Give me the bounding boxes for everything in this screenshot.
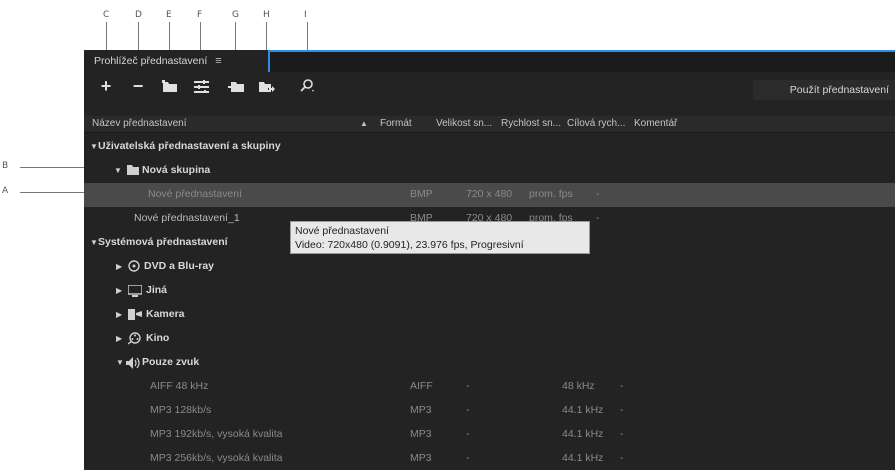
preset-format: AIFF (410, 380, 433, 392)
group-other[interactable]: ▶ Jiná (84, 279, 895, 303)
preset-format: BMP (410, 188, 433, 200)
preset-browser-panel: Prohlížeč přednastavení ≡ + − Použít pře… (84, 50, 895, 470)
preset-frame-rate: 44.1 kHz (562, 404, 604, 416)
group-new-group[interactable]: ▼ Nová skupina (84, 159, 895, 183)
preset-row[interactable]: MP3 256kb/s, vysoká kvalita MP3 - 44.1 k… (84, 447, 895, 471)
tab-title: Prohlížeč přednastavení (94, 55, 208, 67)
preset-format: MP3 (410, 404, 432, 416)
col-name[interactable]: Název přednastavení (92, 118, 187, 129)
search-icon[interactable] (298, 77, 316, 95)
expanded-arrow-icon[interactable]: ▼ (90, 142, 98, 151)
group-user-presets[interactable]: ▼ Uživatelská přednastavení a skupiny (84, 135, 895, 159)
preset-row[interactable]: MP3 128kb/s MP3 - 44.1 kHz - (84, 399, 895, 423)
col-comment[interactable]: Komentář (634, 118, 677, 129)
group-label: Uživatelská přednastavení a skupiny (98, 140, 281, 152)
group-dvd[interactable]: ▶ DVD a Blu-ray (84, 255, 895, 279)
preset-target-rate: - (596, 188, 600, 200)
callout-g: G (232, 10, 239, 20)
group-camera[interactable]: ▶ Kamera (84, 303, 895, 327)
preset-frame-size: - (466, 428, 470, 440)
preset-settings-icon[interactable] (192, 77, 210, 95)
preset-format: MP3 (410, 452, 432, 464)
collapsed-arrow-icon[interactable]: ▶ (116, 286, 122, 295)
callout-f: F (197, 10, 203, 20)
col-format[interactable]: Formát (380, 118, 412, 129)
tab-bar: Prohlížeč přednastavení ≡ (84, 50, 895, 72)
collapsed-arrow-icon[interactable]: ▶ (116, 262, 122, 271)
preset-frame-rate: prom. fps (529, 188, 573, 200)
preset-name: Nové přednastavení (148, 188, 242, 200)
apply-preset-button[interactable]: Použít přednastavení (753, 80, 895, 100)
group-audio-only[interactable]: ▼ Pouze zvuk (84, 351, 895, 375)
callout-e: E (166, 10, 172, 20)
toolbar: + − Použít přednastavení (84, 72, 895, 100)
preset-name: MP3 256kb/s, vysoká kvalita (150, 452, 283, 464)
preset-frame-size: - (466, 380, 470, 392)
col-frame-rate[interactable]: Rychlost sn... (501, 118, 561, 129)
col-target-rate[interactable]: Cílová rych... (567, 118, 625, 129)
group-label: Jiná (146, 284, 168, 296)
preset-frame-size: - (466, 404, 470, 416)
preset-name: Nové přednastavení_1 (134, 212, 240, 224)
group-label: Pouze zvuk (142, 356, 200, 368)
col-frame-size[interactable]: Velikost sn... (436, 118, 492, 129)
preset-row-selected[interactable]: Nové přednastavení BMP 720 x 480 prom. f… (84, 183, 895, 207)
callout-h: H (263, 10, 270, 20)
group-label: Nová skupina (142, 164, 211, 176)
preset-row[interactable]: MP3 192kb/s, vysoká kvalita MP3 - 44.1 k… (84, 423, 895, 447)
camera-icon (128, 309, 142, 324)
folder-icon (127, 165, 139, 178)
expanded-arrow-icon[interactable]: ▼ (90, 238, 98, 247)
callout-b: B (2, 161, 9, 171)
preset-name: AIFF 48 kHz (150, 380, 209, 392)
preset-target-rate: - (620, 380, 624, 392)
preset-tooltip: Nové přednastavení Video: 720x480 (0.909… (290, 221, 590, 254)
export-preset-icon[interactable] (258, 77, 276, 95)
preset-target-rate: - (620, 404, 624, 416)
remove-preset-icon[interactable]: − (130, 76, 146, 96)
callout-i: I (304, 10, 307, 20)
preset-target-rate: - (620, 428, 624, 440)
preset-name: MP3 192kb/s, vysoká kvalita (150, 428, 283, 440)
speaker-icon (126, 357, 140, 372)
callout-a: A (2, 186, 9, 196)
monitor-icon (127, 284, 143, 300)
tooltip-details: Video: 720x480 (0.9091), 23.976 fps, Pro… (295, 239, 524, 251)
group-label: Kino (146, 332, 170, 344)
new-group-icon[interactable] (161, 77, 179, 95)
collapsed-arrow-icon[interactable]: ▶ (116, 310, 122, 319)
add-preset-icon[interactable]: + (98, 76, 114, 96)
import-preset-icon[interactable] (227, 77, 245, 95)
callout-d: D (135, 10, 142, 20)
preset-name: MP3 128kb/s (150, 404, 212, 416)
focus-frame (268, 50, 895, 72)
group-label: DVD a Blu-ray (144, 260, 215, 272)
group-cinema[interactable]: ▶ Kino (84, 327, 895, 351)
preset-frame-size: 720 x 480 (466, 188, 513, 200)
column-header: Název přednastavení ▲ Formát Velikost sn… (84, 116, 895, 133)
group-label: Kamera (146, 308, 185, 320)
preset-format: MP3 (410, 428, 432, 440)
sort-ascending-icon[interactable]: ▲ (360, 119, 368, 128)
expanded-arrow-icon[interactable]: ▼ (114, 166, 122, 175)
preset-target-rate: - (596, 212, 600, 224)
film-reel-icon (127, 332, 141, 348)
panel-menu-icon[interactable]: ≡ (215, 55, 221, 67)
preset-frame-rate: 44.1 kHz (562, 428, 604, 440)
preset-target-rate: - (620, 452, 624, 464)
callout-c: C (103, 10, 110, 20)
disc-icon (128, 260, 140, 275)
preset-frame-rate: 48 kHz (562, 380, 595, 392)
tab-preset-browser[interactable]: Prohlížeč přednastavení ≡ (84, 50, 268, 72)
expanded-arrow-icon[interactable]: ▼ (116, 358, 124, 367)
preset-frame-rate: 44.1 kHz (562, 452, 604, 464)
preset-row[interactable]: AIFF 48 kHz AIFF - 48 kHz - (84, 375, 895, 399)
collapsed-arrow-icon[interactable]: ▶ (116, 334, 122, 343)
tooltip-title: Nové přednastavení (295, 225, 389, 237)
group-label: Systémová přednastavení (98, 236, 228, 248)
preset-frame-size: - (466, 452, 470, 464)
